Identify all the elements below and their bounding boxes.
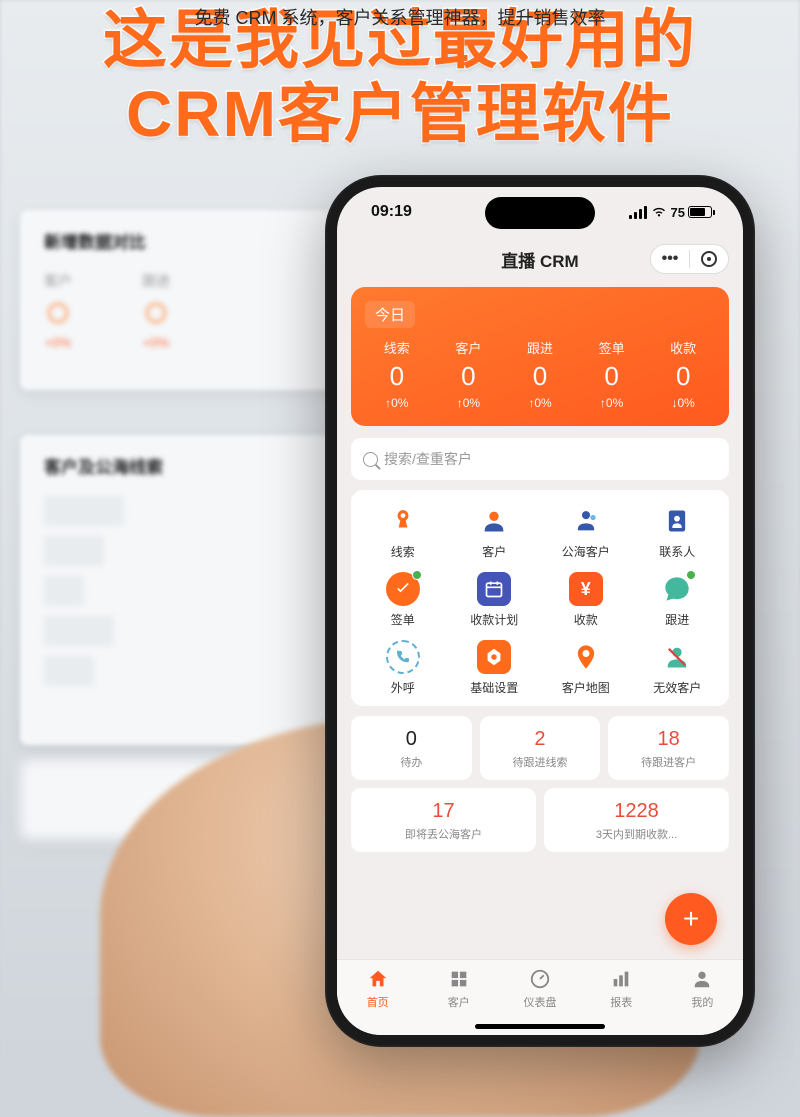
tab-dashboard[interactable]: 仪表盘 (499, 960, 580, 1017)
fab-add-button[interactable]: + (665, 893, 717, 945)
battery-pct: 75 (671, 205, 685, 220)
module-customer[interactable]: 客户 (449, 504, 541, 560)
dash-item-0[interactable]: 线索 0 0% (361, 338, 433, 410)
mine-icon (690, 967, 714, 991)
stat-card[interactable]: 18 待跟进客户 (608, 716, 729, 780)
module-lead[interactable]: 线索 (357, 504, 449, 560)
home-icon (366, 967, 390, 991)
dash-item-2[interactable]: 跟进 0 0% (504, 338, 576, 410)
contact-icon (660, 504, 694, 538)
dash-item-3[interactable]: 签单 0 0% (576, 338, 648, 410)
stats-row-2: 17 即将丢公海客户1228 3天内到期收款... (351, 788, 729, 852)
tab-reports[interactable]: 报表 (581, 960, 662, 1017)
tab-mine[interactable]: 我的 (662, 960, 743, 1017)
module-grid: 线索 客户 公海客户 联系人 签单 收款计划¥ 收款 跟进 外呼 基础设置 客户… (351, 490, 729, 706)
wifi-icon (651, 206, 667, 218)
stat-card[interactable]: 1228 3天内到期收款... (544, 788, 729, 852)
close-target-icon[interactable] (690, 251, 728, 267)
lead-icon (386, 504, 420, 538)
app-title-bar: 直播 CRM ••• (337, 237, 743, 281)
public-customer-icon (569, 504, 603, 538)
more-icon[interactable]: ••• (651, 250, 689, 268)
dashboard-icon (528, 967, 552, 991)
search-icon (363, 452, 378, 467)
cust-map-icon (569, 640, 603, 674)
search-placeholder: 搜索/查重客户 (384, 449, 472, 469)
stat-card[interactable]: 0 待办 (351, 716, 472, 780)
module-contact[interactable]: 联系人 (632, 504, 724, 560)
top-caption: 免费 CRM 系统，客户关系管理神器，提升销售效率 (0, 0, 800, 30)
battery-icon: 75 (671, 205, 715, 220)
tab-home[interactable]: 首页 (337, 960, 418, 1017)
module-sign[interactable]: 签单 (357, 572, 449, 628)
status-time: 09:19 (371, 203, 412, 221)
sign-icon (386, 572, 420, 606)
badge-dot-icon (686, 570, 696, 580)
dash-item-1[interactable]: 客户 0 0% (433, 338, 505, 410)
miniprogram-capsule[interactable]: ••• (650, 244, 729, 274)
phone-screen: 09:19 75 直播 CRM ••• 今日 线 (337, 187, 743, 1035)
module-invalid[interactable]: 无效客户 (632, 640, 724, 696)
app-title: 直播 CRM (501, 247, 578, 272)
module-followup[interactable]: 跟进 (632, 572, 724, 628)
module-payplan[interactable]: 收款计划 (449, 572, 541, 628)
search-input[interactable]: 搜索/查重客户 (351, 438, 729, 480)
stat-card[interactable]: 17 即将丢公海客户 (351, 788, 536, 852)
home-indicator (475, 1024, 605, 1029)
module-public-customer[interactable]: 公海客户 (540, 504, 632, 560)
module-outcall[interactable]: 外呼 (357, 640, 449, 696)
reports-icon (609, 967, 633, 991)
dash-item-4[interactable]: 收款 0 0% (647, 338, 719, 410)
invalid-icon (660, 640, 694, 674)
dynamic-island (485, 197, 595, 229)
module-settings[interactable]: 基础设置 (449, 640, 541, 696)
customers-icon (447, 967, 471, 991)
module-payment[interactable]: ¥ 收款 (540, 572, 632, 628)
module-cust-map[interactable]: 客户地图 (540, 640, 632, 696)
stats-row-1: 0 待办2 待跟进线索18 待跟进客户 (351, 716, 729, 780)
followup-icon (660, 572, 694, 606)
today-chip[interactable]: 今日 (365, 301, 415, 328)
settings-icon (477, 640, 511, 674)
ring-icon (48, 303, 68, 323)
stat-card[interactable]: 2 待跟进线索 (480, 716, 601, 780)
ring-icon (146, 303, 166, 323)
payplan-icon (477, 572, 511, 606)
badge-dot-icon (412, 570, 422, 580)
tab-bar: 首页 客户 仪表盘 报表 我的 (337, 959, 743, 1035)
cellular-icon (629, 206, 647, 219)
today-dashboard: 今日 线索 0 0%客户 0 0%跟进 0 0%签单 0 0%收款 0 0% (351, 287, 729, 426)
customer-icon (477, 504, 511, 538)
payment-icon: ¥ (569, 572, 603, 606)
phone-frame: 09:19 75 直播 CRM ••• 今日 线 (325, 175, 755, 1047)
tab-customers[interactable]: 客户 (418, 960, 499, 1017)
outcall-icon (386, 640, 420, 674)
